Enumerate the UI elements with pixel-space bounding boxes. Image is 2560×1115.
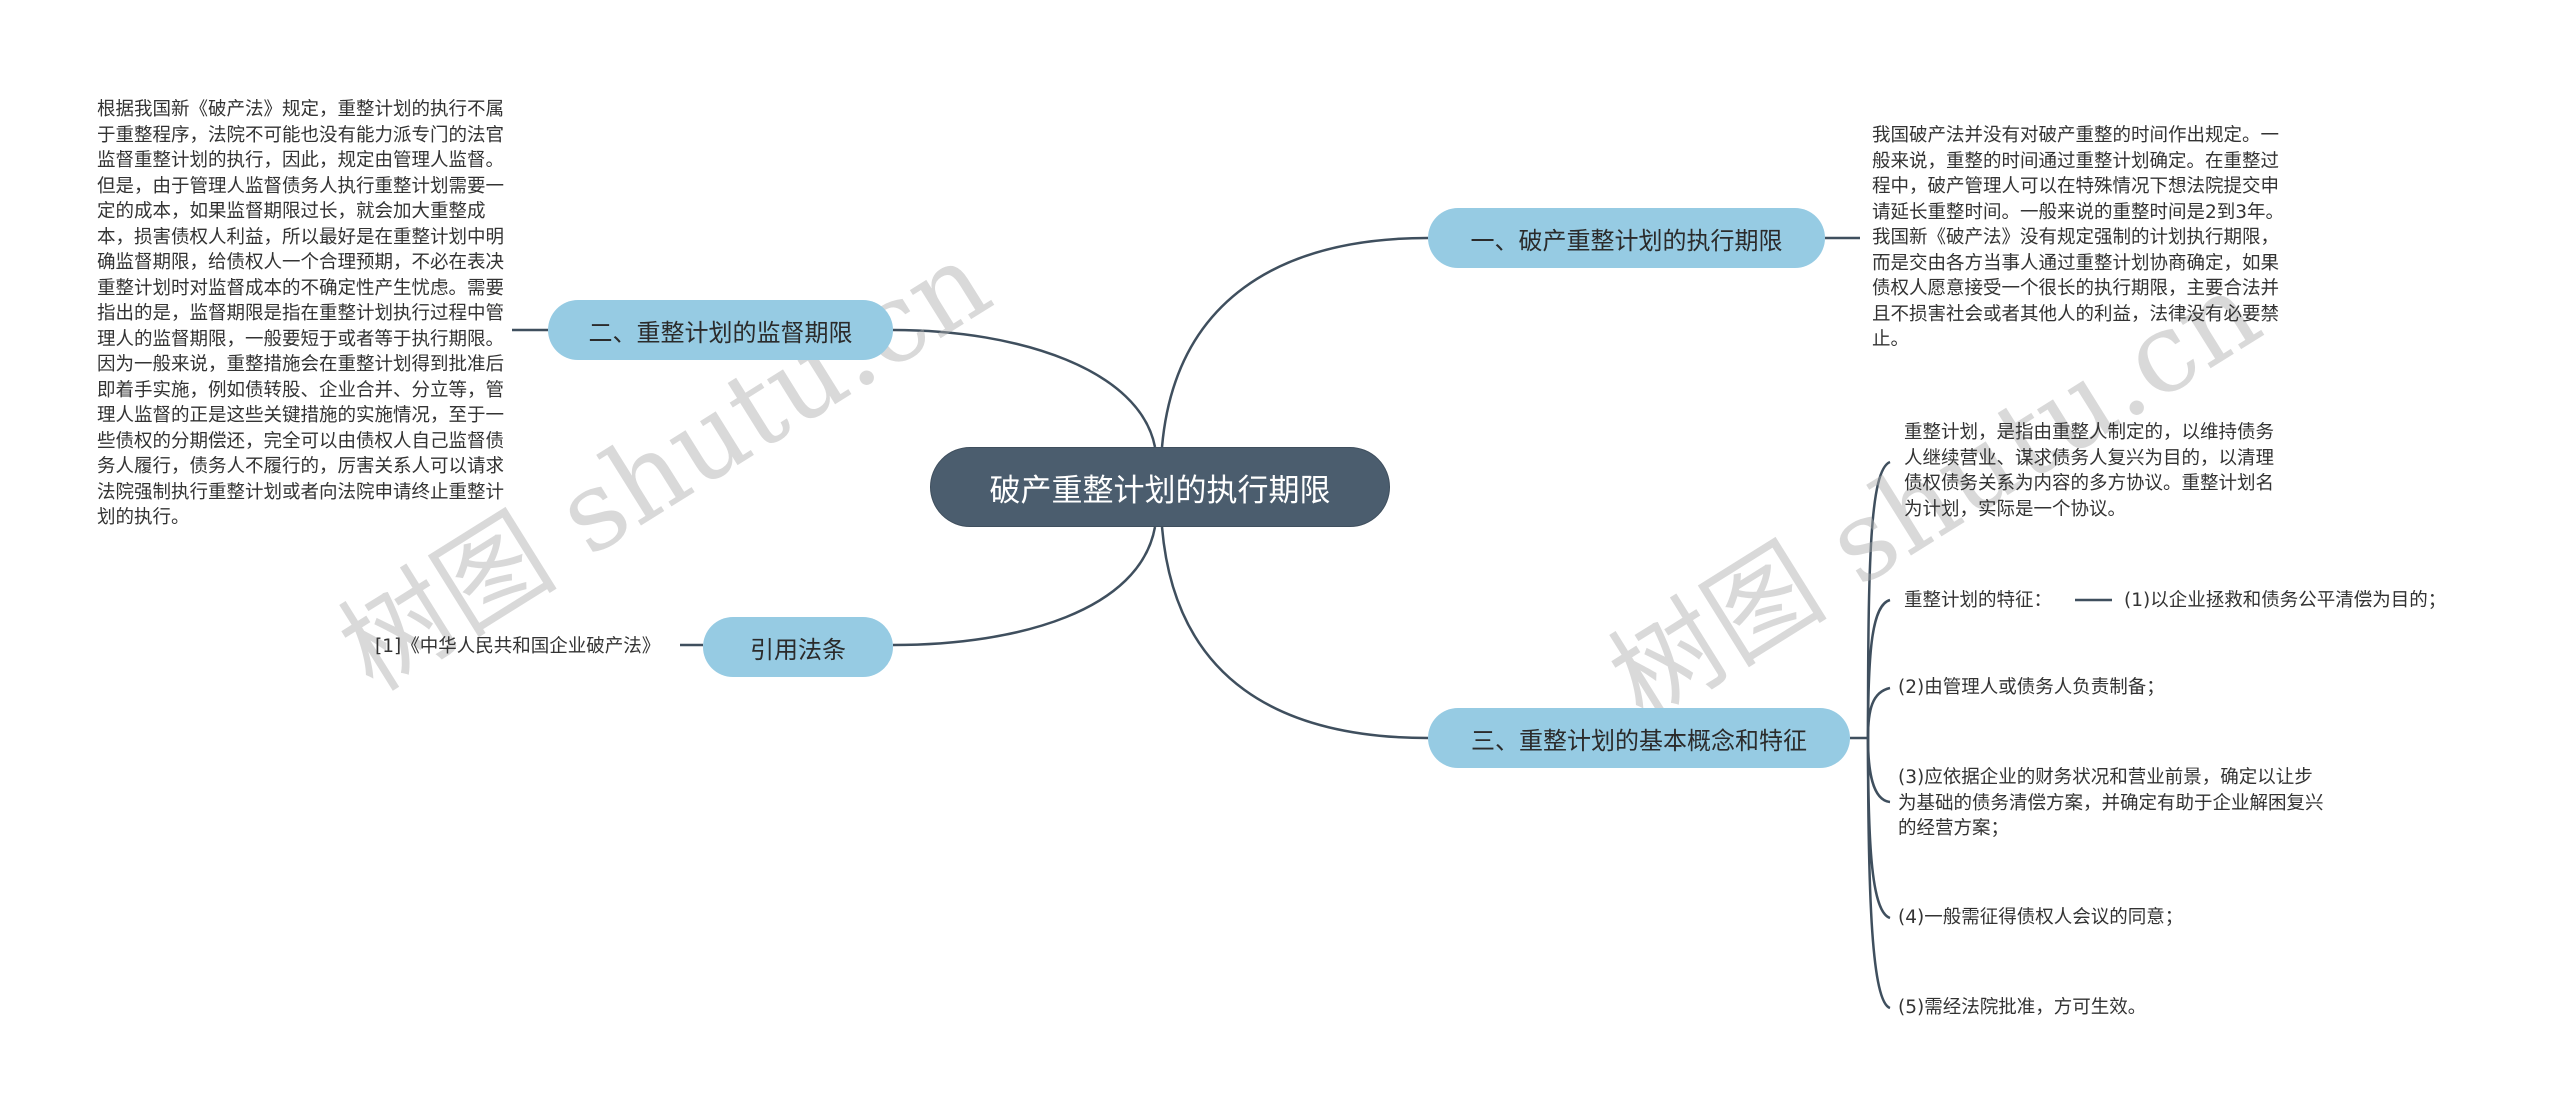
branch-node-concept-features[interactable]: 三、重整计划的基本概念和特征 — [1428, 708, 1850, 768]
connector-root-branch2 — [892, 328, 1157, 448]
connector-root-branch3 — [1160, 526, 1429, 740]
branch-label: 二、重整计划的监督期限 — [588, 318, 853, 347]
branch-node-execution-period[interactable]: 一、破产重整计划的执行期限 — [1428, 208, 1825, 268]
branch-node-citation[interactable]: 引用法条 — [703, 617, 893, 677]
branch-label: 一、破产重整计划的执行期限 — [1470, 226, 1783, 255]
leaf-feature-item[interactable]: (3)应依据企业的财务状况和营业前景，确定以让步为基础的债务清偿方案，并确定有助… — [1898, 765, 2328, 842]
leaf-concept-text[interactable]: 重整计划，是指由重整人制定的，以维持债务人继续营业、谋求债务人复兴为目的，以清理… — [1904, 420, 2279, 522]
leaf-feature-item[interactable]: (4)一般需征得债权人会议的同意； — [1898, 905, 2183, 931]
leaf-execution-period-text[interactable]: 我国破产法并没有对破产重整的时间作出规定。一般来说，重整的时间通过重整计划确定。… — [1872, 123, 2287, 353]
connector-root-citation — [892, 526, 1157, 647]
connector-branch3-concept — [1866, 460, 1891, 739]
leaf-feature-item[interactable]: (5)需经法院批准，方可生效。 — [1898, 995, 2146, 1021]
connector-root-branch1 — [1160, 236, 1429, 448]
connector-branch3-f2 — [1866, 686, 1891, 739]
connector-branch3-f3 — [1866, 737, 1891, 804]
root-node[interactable]: 破产重整计划的执行期限 — [930, 447, 1390, 527]
connector-branch3-feature — [1866, 598, 1891, 739]
leaf-feature-item[interactable]: (2)由管理人或债务人负责制备； — [1898, 675, 2165, 701]
branch-label: 引用法条 — [750, 635, 846, 664]
leaf-supervision-period-text[interactable]: 根据我国新《破产法》规定，重整计划的执行不属于重整程序，法院不可能也没有能力派专… — [97, 97, 517, 531]
leaf-feature-label[interactable]: 重整计划的特征： — [1904, 588, 2052, 614]
branch-node-supervision-period[interactable]: 二、重整计划的监督期限 — [548, 300, 893, 360]
root-label: 破产重整计划的执行期限 — [989, 472, 1331, 509]
leaf-feature-item[interactable]: (1)以企业拯救和债务公平清偿为目的； — [2124, 588, 2446, 614]
branch-label: 三、重整计划的基本概念和特征 — [1471, 726, 1807, 755]
leaf-citation-reference[interactable]: [1]《中华人民共和国企业破产法》 — [375, 634, 660, 660]
